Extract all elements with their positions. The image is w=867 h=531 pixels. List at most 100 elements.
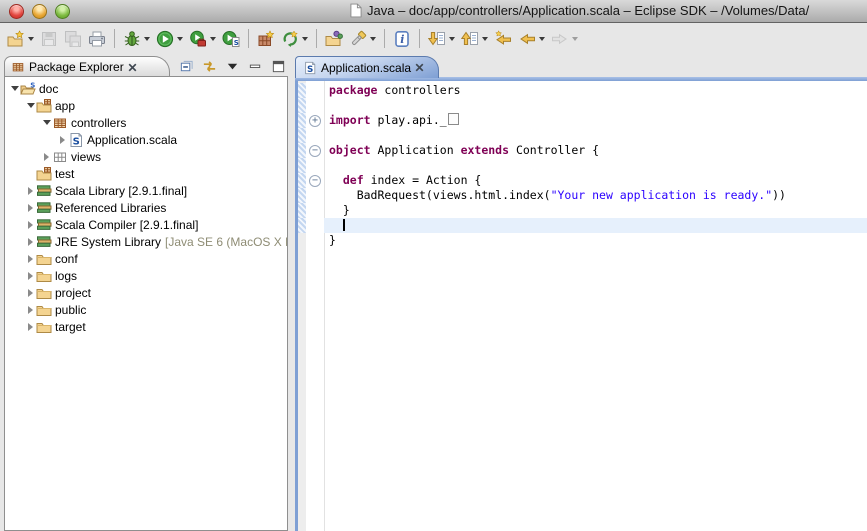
minimize-icon: [248, 59, 263, 74]
tree-item-jre-system-library[interactable]: JRE System Library[Java SE 6 (MacOS X De…: [5, 233, 287, 250]
expand-arrow[interactable]: [25, 289, 36, 297]
code-token: [329, 218, 343, 232]
expand-arrow[interactable]: [25, 272, 36, 280]
tree-item-target[interactable]: target: [5, 318, 287, 335]
dropdown-arrow-icon[interactable]: [302, 37, 308, 41]
annotation-ruler-cell: [298, 188, 306, 203]
new-wizard-button[interactable]: [4, 26, 37, 51]
tree-item-controllers[interactable]: controllers: [5, 114, 287, 131]
tree-item-scala-library[interactable]: Scala Library [2.9.1.final]: [5, 182, 287, 199]
last-edit-location-button[interactable]: [491, 26, 515, 51]
code-line-text[interactable]: [324, 158, 867, 173]
code-line-3: +import play.api._: [298, 113, 867, 128]
tree-item-logs[interactable]: logs: [5, 267, 287, 284]
print-button[interactable]: [85, 26, 109, 51]
minimize-window-button[interactable]: [32, 4, 47, 19]
library-icon: [36, 217, 52, 233]
next-annotation-button[interactable]: [425, 26, 458, 51]
code-line-text[interactable]: import play.api._: [324, 113, 867, 128]
dropdown-arrow-icon[interactable]: [28, 37, 34, 41]
run-button[interactable]: [153, 26, 186, 51]
dropdown-arrow-icon[interactable]: [370, 37, 376, 41]
refresh-button[interactable]: [278, 26, 311, 51]
dropdown-arrow-icon[interactable]: [482, 37, 488, 41]
tab-label: Package Explorer: [29, 60, 124, 74]
annotation-ruler-cell: [298, 143, 306, 158]
code-line-2: [298, 98, 867, 113]
tab-application-scala[interactable]: Application.scala: [295, 56, 439, 78]
workbench: Package Explorer docappcontrollersApplic…: [0, 54, 867, 531]
forward-button[interactable]: [548, 26, 581, 51]
dropdown-arrow-icon[interactable]: [210, 37, 216, 41]
window-titlebar[interactable]: Java – doc/app/controllers/Application.s…: [0, 0, 867, 23]
package-explorer-tree[interactable]: docappcontrollersApplication.scalaviewst…: [4, 76, 288, 531]
tree-item-scala-compiler[interactable]: Scala Compiler [2.9.1.final]: [5, 216, 287, 233]
package-explorer-view: Package Explorer docappcontrollersApplic…: [4, 56, 288, 531]
save-all-button[interactable]: [61, 26, 85, 51]
text-cursor: [343, 219, 345, 231]
expand-arrow[interactable]: [25, 187, 36, 195]
expand-arrow[interactable]: [9, 86, 20, 91]
expand-arrow[interactable]: [57, 136, 68, 144]
dropdown-arrow-icon[interactable]: [449, 37, 455, 41]
expand-arrow[interactable]: [41, 153, 52, 161]
fold-collapse-icon[interactable]: −: [309, 145, 321, 157]
search-button[interactable]: [346, 26, 379, 51]
maximize-button[interactable]: [271, 59, 286, 74]
view-menu-button[interactable]: [225, 59, 240, 74]
tree-item-test[interactable]: test: [5, 165, 287, 182]
tree-item-application-scala[interactable]: Application.scala: [5, 131, 287, 148]
code-line-text[interactable]: [324, 218, 867, 233]
debug-icon: [123, 30, 141, 48]
code-line-text[interactable]: package controllers: [324, 83, 867, 98]
tab-package-explorer[interactable]: Package Explorer: [4, 56, 170, 77]
dropdown-arrow-icon[interactable]: [144, 37, 150, 41]
code-editor[interactable]: package controllers+import play.api._−ob…: [295, 81, 867, 531]
debug-button[interactable]: [120, 26, 153, 51]
run-scala-button[interactable]: [219, 26, 243, 51]
expand-arrow[interactable]: [25, 238, 36, 246]
expand-arrow[interactable]: [25, 103, 36, 108]
tree-item-doc[interactable]: doc: [5, 80, 287, 97]
code-line-text[interactable]: }: [324, 233, 867, 248]
dropdown-arrow-icon[interactable]: [572, 37, 578, 41]
code-line-9: }: [298, 203, 867, 218]
expand-arrow[interactable]: [25, 323, 36, 331]
tree-item-project[interactable]: project: [5, 284, 287, 301]
dropdown-arrow-icon[interactable]: [539, 37, 545, 41]
dropdown-arrow-icon[interactable]: [177, 37, 183, 41]
previous-annotation-button[interactable]: [458, 26, 491, 51]
back-button[interactable]: [515, 26, 548, 51]
expand-arrow[interactable]: [25, 221, 36, 229]
expand-arrow[interactable]: [25, 255, 36, 263]
open-type-button[interactable]: [322, 26, 346, 51]
close-icon[interactable]: [128, 63, 137, 72]
code-line-text[interactable]: [324, 98, 867, 113]
close-icon[interactable]: [415, 63, 424, 72]
expand-arrow[interactable]: [25, 306, 36, 314]
code-line-text[interactable]: }: [324, 203, 867, 218]
tree-item-conf[interactable]: conf: [5, 250, 287, 267]
fold-expand-icon[interactable]: +: [309, 115, 321, 127]
zoom-window-button[interactable]: [55, 4, 70, 19]
expand-arrow[interactable]: [25, 204, 36, 212]
code-line-text[interactable]: def index = Action {: [324, 173, 867, 188]
tree-item-views[interactable]: views: [5, 148, 287, 165]
code-line-text[interactable]: [324, 128, 867, 143]
fold-collapse-icon[interactable]: −: [309, 175, 321, 187]
tree-item-app[interactable]: app: [5, 97, 287, 114]
folded-region-icon[interactable]: [448, 113, 459, 125]
tree-item-public[interactable]: public: [5, 301, 287, 318]
code-line-text[interactable]: object Application extends Controller {: [324, 143, 867, 158]
collapse-all-button[interactable]: [179, 59, 194, 74]
new-java-project-button[interactable]: [254, 26, 278, 51]
expand-arrow[interactable]: [41, 120, 52, 125]
info-button[interactable]: [390, 26, 414, 51]
link-with-editor-button[interactable]: [202, 59, 217, 74]
save-button[interactable]: [37, 26, 61, 51]
close-window-button[interactable]: [9, 4, 24, 19]
tree-item-referenced-libraries[interactable]: Referenced Libraries: [5, 199, 287, 216]
code-line-text[interactable]: BadRequest(views.html.index("Your new ap…: [324, 188, 867, 203]
run-external-tools-button[interactable]: [186, 26, 219, 51]
minimize-button[interactable]: [248, 59, 263, 74]
